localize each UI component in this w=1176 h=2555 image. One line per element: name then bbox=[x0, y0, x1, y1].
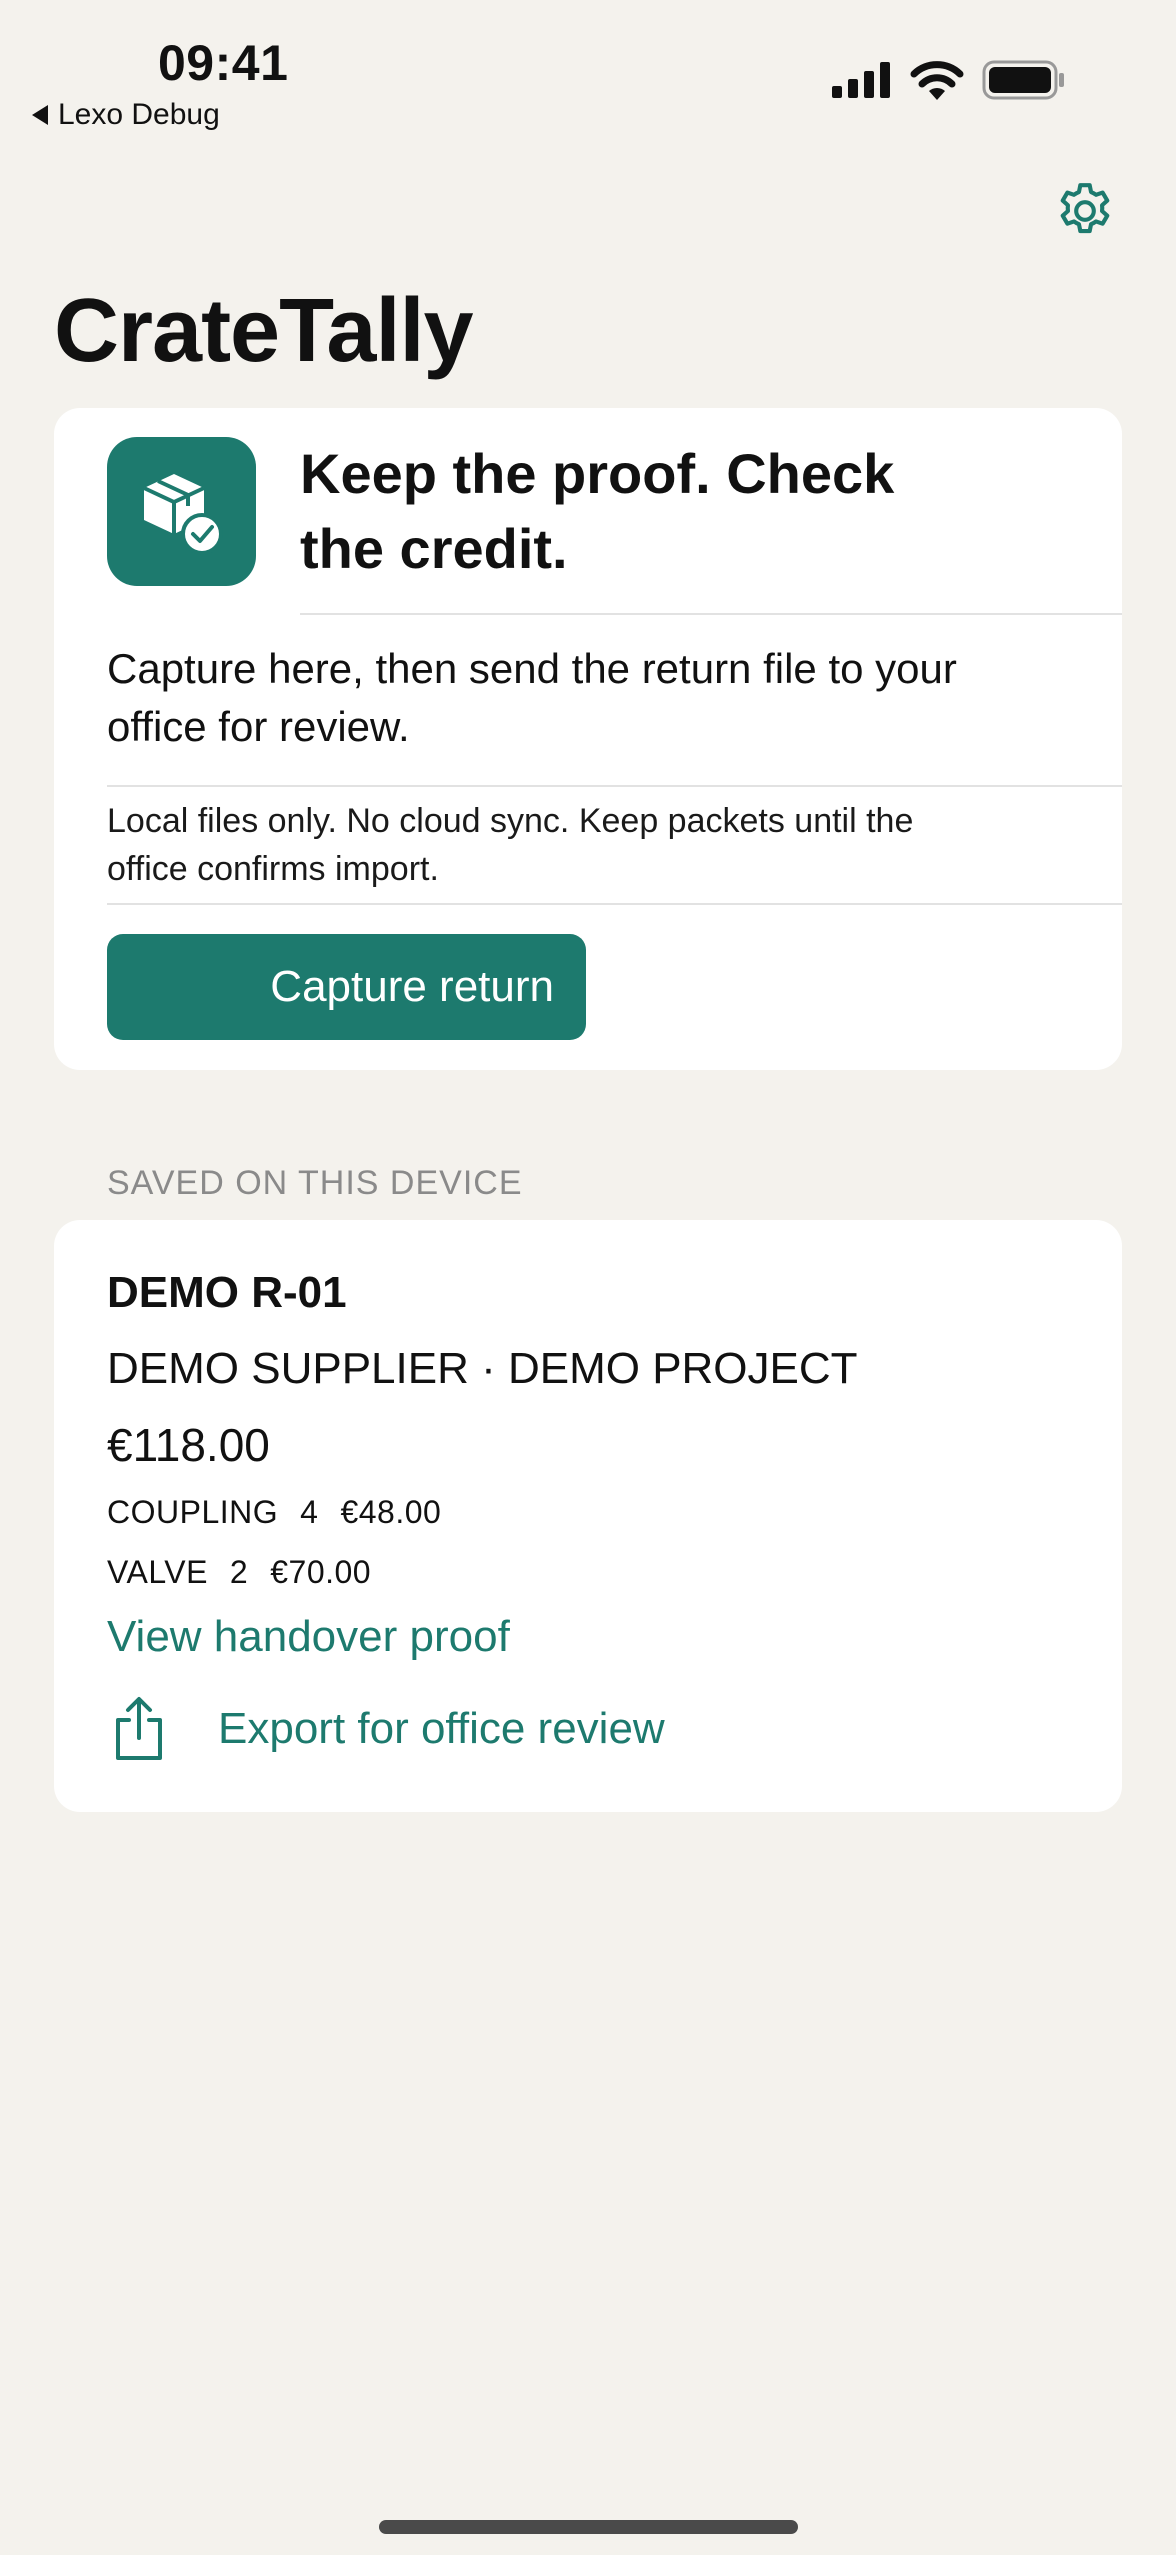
hero-headline: Keep the proof. Check the credit. bbox=[300, 436, 1020, 586]
page-title: CrateTally bbox=[54, 281, 474, 381]
line-item-name: VALVE bbox=[107, 1554, 208, 1590]
line-item-amount: €48.00 bbox=[340, 1494, 442, 1530]
gear-icon bbox=[1060, 183, 1110, 234]
divider bbox=[107, 903, 1122, 905]
status-icons bbox=[832, 60, 1066, 100]
back-app-label: Lexo Debug bbox=[58, 98, 220, 131]
hero-note-text: Local files only. No cloud sync. Keep pa… bbox=[107, 797, 1087, 893]
divider bbox=[300, 613, 1122, 615]
record-subtitle: DEMO SUPPLIER · DEMO PROJECT bbox=[107, 1344, 858, 1393]
app-icon-tile bbox=[107, 437, 256, 586]
back-triangle-icon bbox=[32, 105, 48, 125]
line-item-name: COUPLING bbox=[107, 1494, 279, 1530]
export-label: Export for office review bbox=[218, 1704, 665, 1753]
cellular-signal-icon bbox=[832, 62, 890, 98]
wifi-icon bbox=[910, 61, 964, 100]
home-indicator[interactable] bbox=[379, 2520, 798, 2534]
capture-return-button[interactable]: Capture return bbox=[107, 934, 586, 1040]
view-handover-proof-link[interactable]: View handover proof bbox=[107, 1612, 510, 1662]
line-item: COUPLING 4 €48.00 bbox=[107, 1494, 441, 1531]
hero-lead-line1: Capture here, then send the return file … bbox=[107, 645, 957, 692]
line-item-amount: €70.00 bbox=[270, 1554, 372, 1590]
line-item-qty: 2 bbox=[229, 1554, 249, 1590]
share-icon bbox=[116, 1697, 162, 1760]
package-check-icon bbox=[142, 473, 223, 555]
back-to-app-link[interactable]: Lexo Debug bbox=[32, 98, 220, 132]
hero-lead-line2: office for review. bbox=[107, 703, 410, 750]
hero-note-line2: office confirms import. bbox=[107, 850, 439, 888]
hero-headline-line2: the credit. bbox=[300, 517, 568, 580]
export-for-office-review-button[interactable]: Export for office review bbox=[112, 1696, 665, 1762]
record-total: €118.00 bbox=[107, 1419, 270, 1471]
line-item: VALVE 2 €70.00 bbox=[107, 1554, 371, 1591]
hero-lead-text: Capture here, then send the return file … bbox=[107, 640, 1087, 756]
settings-button[interactable] bbox=[1052, 178, 1118, 244]
hero-headline-line1: Keep the proof. Check bbox=[300, 442, 895, 505]
section-header-saved: SAVED ON THIS DEVICE bbox=[107, 1164, 523, 1202]
divider bbox=[107, 785, 1122, 787]
hero-note-line1: Local files only. No cloud sync. Keep pa… bbox=[107, 802, 914, 840]
record-id: DEMO R-01 bbox=[107, 1268, 347, 1317]
battery-icon bbox=[982, 60, 1064, 100]
line-item-qty: 4 bbox=[300, 1494, 319, 1530]
status-time: 09:41 bbox=[158, 35, 289, 91]
